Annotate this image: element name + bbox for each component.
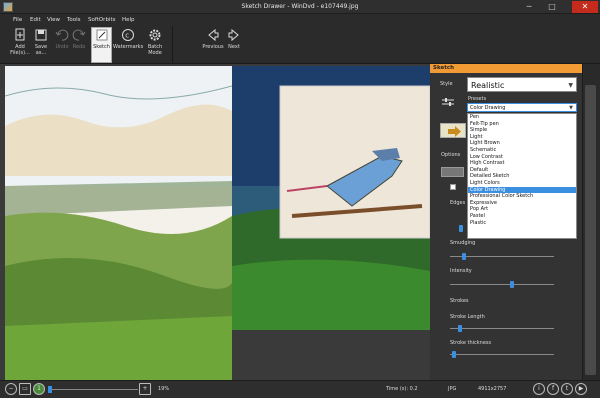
zoom-in-icon[interactable]: + [139,383,151,395]
preset-option[interactable]: Light Colors [468,180,576,187]
edges-label: Edges [450,200,466,206]
twitter-icon[interactable]: t [561,383,573,395]
menu-softorbits[interactable]: SoftOrbits [88,17,115,23]
intensity-slider-knob[interactable] [510,281,514,288]
stroke-length-slider[interactable] [450,328,554,329]
watermarks-button[interactable]: c Watermarks [113,28,143,50]
preset-option[interactable]: Light [468,134,576,141]
options-checkbox[interactable] [450,184,456,190]
preset-option[interactable]: Pastel [468,213,576,220]
sketch-button[interactable]: Sketch [91,27,112,63]
zoom-slider[interactable] [48,389,138,390]
undo-icon [55,29,69,41]
maximize-button[interactable]: □ [543,1,561,13]
fit-window-icon[interactable]: ▭ [19,383,31,395]
add-files-button[interactable]: Add File(s)... [8,28,32,56]
arrow-right-icon [448,126,461,137]
apply-button[interactable] [440,123,466,138]
arrow-left-icon [208,28,219,42]
stroke-length-slider-knob[interactable] [458,325,462,332]
menu-view[interactable]: View [47,17,60,23]
save-icon [35,29,47,41]
preset-option[interactable]: Default [468,167,576,174]
panel-header: Sketch [430,64,582,73]
preset-option[interactable]: Low Contrast [468,154,576,161]
edge-slider-knob[interactable] [459,225,463,232]
stroke-thickness-slider[interactable] [450,354,554,355]
intensity-label: Intensity [450,268,472,274]
minimize-button[interactable]: ─ [520,1,538,13]
sliders-icon [442,98,454,106]
undo-button[interactable]: Undo [54,28,70,50]
preset-option[interactable]: Color Drawing [468,186,576,194]
scrollbar-thumb[interactable] [585,85,596,375]
sketch-icon [96,29,107,41]
preset-option[interactable]: Felt-Tip pen [468,121,576,128]
next-button[interactable]: Next [226,28,242,50]
window-title: Sketch Drawer - WinDvd - e107449.jpg [241,3,359,10]
image-canvas[interactable] [0,64,430,394]
strokes-label: Strokes [450,298,469,304]
status-bar: − ▭ 1 + 19% Time (s): 0.2 JPG 4911x2757 … [0,380,600,398]
intensity-slider[interactable] [450,284,554,285]
zoom-slider-knob[interactable] [48,386,52,393]
format-value: JPG [448,386,457,392]
options-label: Options [441,152,461,158]
stroke-length-label: Stroke Length [450,314,485,320]
presets-dropdown[interactable]: Color Drawing ▼ [467,103,577,112]
presets-label: Presets [468,96,487,102]
toolbar-divider [172,26,173,63]
zoom-value: 19% [158,386,170,392]
stroke-thickness-slider-knob[interactable] [452,351,456,358]
arrow-right-icon [228,28,239,42]
preset-option[interactable]: Pen [468,114,576,121]
close-button[interactable]: ✕ [572,1,598,13]
original-image [232,66,430,330]
redo-icon [72,29,86,41]
menu-help[interactable]: Help [122,17,135,23]
toolbar: Add File(s)... Save as... Undo Redo Sket… [0,26,600,64]
time-value: Time (s): 0.2 [386,386,418,392]
stroke-thickness-label: Stroke thickness [450,340,492,346]
smudging-label: Smudging [450,240,476,246]
menu-bar: File Edit View Tools SoftOrbits Help [0,15,600,26]
menu-tools[interactable]: Tools [67,17,81,23]
copyright-icon: c [122,29,134,41]
preset-option[interactable]: Schematic [468,147,576,154]
youtube-icon[interactable]: ▶ [575,383,587,395]
options-button[interactable] [441,167,464,177]
menu-file[interactable]: File [13,17,22,23]
gear-icon [149,29,161,41]
preset-option[interactable]: Professional Color Sketch [468,193,576,200]
preset-option[interactable]: Light Brown [468,140,576,147]
add-file-icon [15,28,25,41]
preset-option[interactable]: Plastic [468,220,576,227]
facebook-icon[interactable]: f [547,383,559,395]
zoom-out-icon[interactable]: − [5,383,17,395]
style-label: Style [440,81,453,87]
actual-size-icon[interactable]: 1 [33,383,45,395]
info-icon[interactable]: i [533,383,545,395]
preset-option[interactable]: Detailed Sketch [468,173,576,180]
svg-text:c: c [125,32,129,40]
previous-button[interactable]: Previous [201,28,225,50]
style-dropdown[interactable]: Realistic ▼ [467,77,577,92]
redo-button[interactable]: Redo [71,28,87,50]
save-as-button[interactable]: Save as... [33,28,49,56]
preset-option[interactable]: Simple [468,127,576,134]
preset-option[interactable]: Pop Art [468,206,576,213]
dimensions-value: 4911x2757 [478,386,507,392]
preset-option[interactable]: Expressive [468,200,576,207]
batch-mode-button[interactable]: Batch Mode [145,28,165,56]
preset-option[interactable]: High Contrast [468,160,576,167]
presets-list[interactable]: Pen Felt-Tip pen Simple Light Light Brown Sch… [467,113,577,239]
title-bar: Sketch Drawer - WinDvd - e107449.jpg ─ □… [0,0,600,14]
menu-edit[interactable]: Edit [30,17,41,23]
chevron-down-icon: ▼ [569,105,573,111]
smudging-slider-knob[interactable] [462,253,466,260]
chevron-down-icon: ▼ [568,82,573,89]
